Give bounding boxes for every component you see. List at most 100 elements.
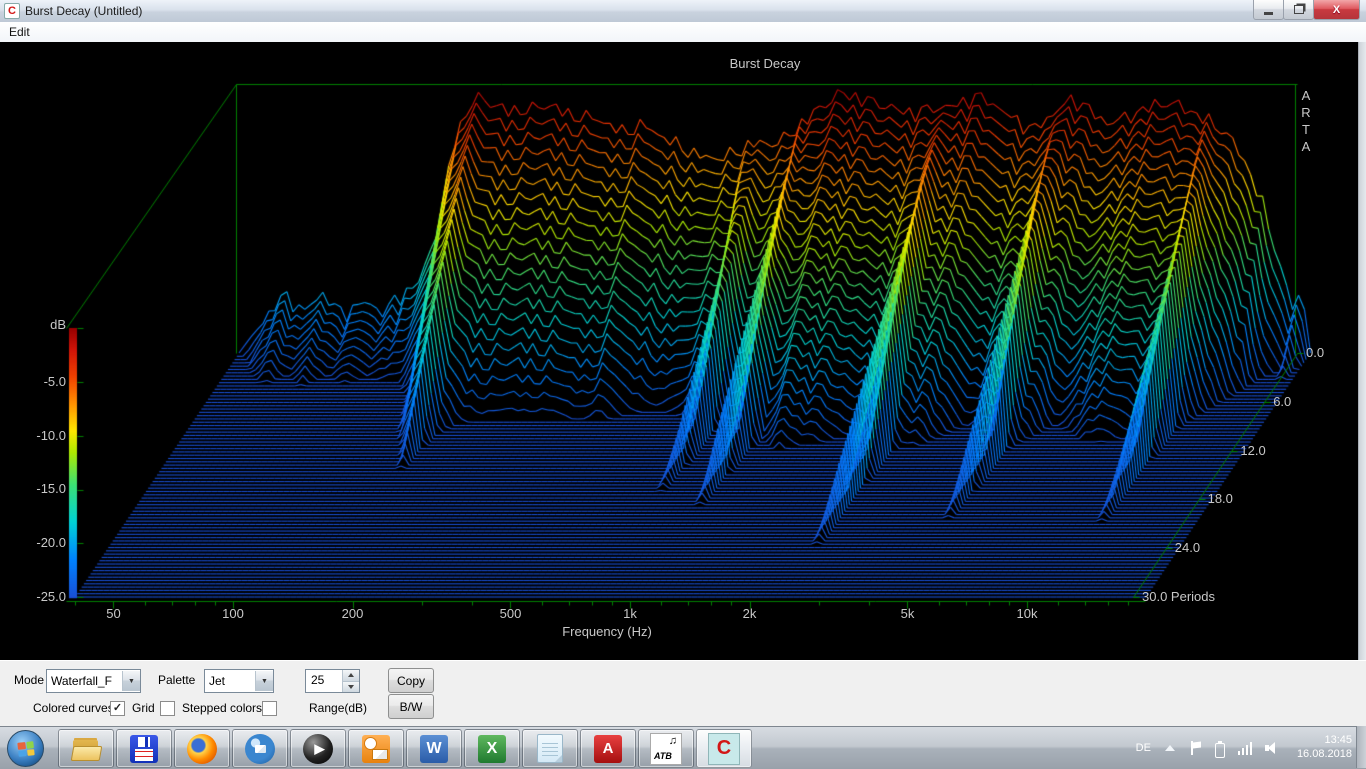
clock-date: 16.08.2018 — [1297, 748, 1352, 762]
taskbar-app-save[interactable] — [116, 729, 172, 768]
down-arrow-icon — [348, 685, 354, 689]
range-value: 25 — [306, 670, 342, 692]
range-db-label: Range(dB) — [309, 701, 367, 715]
minimize-icon — [1264, 12, 1273, 15]
restore-icon — [1294, 5, 1304, 14]
network-signal-icon[interactable] — [1238, 742, 1253, 755]
period-tick-label: 24.0 — [1175, 540, 1200, 555]
taskbar-app-notepad[interactable] — [522, 729, 578, 768]
mode-dropdown[interactable]: Waterfall_F ▼ — [46, 669, 141, 693]
up-arrow-icon — [348, 673, 354, 677]
battery-icon[interactable] — [1214, 740, 1226, 757]
chevron-down-icon[interactable]: ▼ — [122, 671, 140, 691]
burst-decay-waterfall-canvas — [0, 42, 1358, 660]
outlook-icon — [362, 735, 390, 763]
app-window: C Burst Decay (Untitled) X Edit Burst De… — [0, 0, 1366, 768]
colored-curves-checkbox[interactable]: ✓ — [110, 701, 125, 716]
chart-title: Burst Decay — [465, 56, 1065, 71]
show-desktop-button[interactable] — [1356, 726, 1366, 768]
clock[interactable]: 13:45 16.08.2018 — [1297, 734, 1352, 762]
taskbar-app-atb[interactable] — [638, 729, 694, 768]
firefox-icon — [187, 734, 217, 764]
frequency-axis-label: Frequency (Hz) — [457, 624, 757, 639]
window-right-frame — [1358, 42, 1366, 660]
clock-time: 13:45 — [1297, 734, 1352, 748]
volume-icon[interactable] — [1265, 741, 1281, 755]
freq-tick-label: 1k — [623, 606, 637, 621]
freq-tick-label: 10k — [1017, 606, 1038, 621]
control-panel: Mode Waterfall_F ▼ Palette Jet ▼ 25 Copy… — [0, 660, 1366, 727]
media-player-icon — [303, 734, 333, 764]
freq-tick-label: 100 — [222, 606, 244, 621]
arta-watermark-letter: A — [1296, 88, 1316, 103]
period-tick-label: 18.0 — [1208, 491, 1233, 506]
taskbar: DE 13:45 16.08.2018 — [0, 726, 1366, 769]
copy-button[interactable]: Copy — [388, 668, 434, 693]
save-icon — [130, 735, 158, 763]
arta-icon — [708, 733, 740, 765]
adobe-reader-icon — [594, 735, 622, 763]
taskbar-app-media-player[interactable] — [290, 729, 346, 768]
db-axis-label: dB — [14, 317, 66, 332]
windows-logo-icon — [17, 741, 34, 757]
excel-icon — [478, 735, 506, 763]
restore-button[interactable] — [1283, 0, 1314, 20]
minimize-button[interactable] — [1253, 0, 1284, 20]
db-tick-label: -20.0 — [14, 535, 66, 550]
menu-item-edit[interactable]: Edit — [0, 24, 39, 40]
taskbar-app-windows-explorer[interactable] — [58, 729, 114, 768]
atb-icon — [650, 733, 682, 765]
bw-button[interactable]: B/W — [388, 694, 434, 719]
taskbar-app-outlook[interactable] — [348, 729, 404, 768]
chevron-down-icon[interactable]: ▼ — [255, 671, 273, 691]
period-tick-label: 12.0 — [1240, 443, 1265, 458]
palette-dropdown[interactable]: Jet ▼ — [204, 669, 274, 693]
notepad-icon — [537, 734, 563, 763]
db-tick-label: -5.0 — [14, 374, 66, 389]
freq-tick-label: 200 — [342, 606, 364, 621]
stepped-colors-checkbox[interactable] — [262, 701, 277, 716]
period-tick-label: 0.0 — [1306, 345, 1324, 360]
close-icon: X — [1333, 4, 1340, 16]
grid-label: Grid — [132, 701, 155, 715]
taskbar-app-adobe-reader[interactable] — [580, 729, 636, 768]
freq-tick-label: 500 — [500, 606, 522, 621]
word-icon — [420, 735, 448, 763]
mode-label: Mode — [14, 673, 44, 687]
spinner-down-button[interactable] — [343, 682, 359, 693]
arta-app-icon: C — [4, 3, 20, 19]
start-button[interactable] — [7, 730, 44, 767]
freq-tick-label: 2k — [743, 606, 757, 621]
colored-curves-label: Colored curves — [33, 701, 114, 715]
plot-area: Burst Decay ARTA dB -5.0-10.0-15.0-20.0-… — [0, 42, 1358, 660]
freq-tick-label: 5k — [901, 606, 915, 621]
hidden-icons-chevron-icon[interactable] — [1165, 745, 1175, 751]
taskbar-app-arta[interactable] — [696, 729, 752, 768]
period-tick-label: 6.0 — [1273, 394, 1291, 409]
palette-label: Palette — [158, 673, 195, 687]
range-spinner[interactable]: 25 — [305, 669, 360, 693]
db-tick-label: -10.0 — [14, 428, 66, 443]
window-title: Burst Decay (Untitled) — [25, 4, 142, 18]
taskbar-app-word[interactable] — [406, 729, 462, 768]
system-tray: DE 13:45 16.08.2018 — [1136, 727, 1352, 769]
thunderbird-icon — [245, 734, 275, 764]
db-tick-label: -15.0 — [14, 481, 66, 496]
spinner-up-button[interactable] — [343, 670, 359, 682]
freq-tick-label: 50 — [106, 606, 120, 621]
stepped-colors-label: Stepped colors — [182, 701, 262, 715]
windows-explorer-icon — [70, 733, 102, 765]
period-tick-label: 30.0 Periods — [1142, 589, 1215, 604]
language-indicator[interactable]: DE — [1136, 742, 1151, 754]
arta-watermark-letter: A — [1296, 139, 1316, 154]
close-button[interactable]: X — [1313, 0, 1360, 20]
mode-value: Waterfall_F — [47, 674, 122, 688]
taskbar-app-firefox[interactable] — [174, 729, 230, 768]
action-center-flag-icon[interactable] — [1189, 741, 1202, 755]
grid-checkbox[interactable] — [160, 701, 175, 716]
taskbar-app-thunderbird[interactable] — [232, 729, 288, 768]
taskbar-app-excel[interactable] — [464, 729, 520, 768]
arta-watermark-letter: T — [1296, 122, 1316, 137]
title-bar[interactable]: C Burst Decay (Untitled) X — [0, 0, 1366, 23]
arta-watermark-letter: R — [1296, 105, 1316, 120]
